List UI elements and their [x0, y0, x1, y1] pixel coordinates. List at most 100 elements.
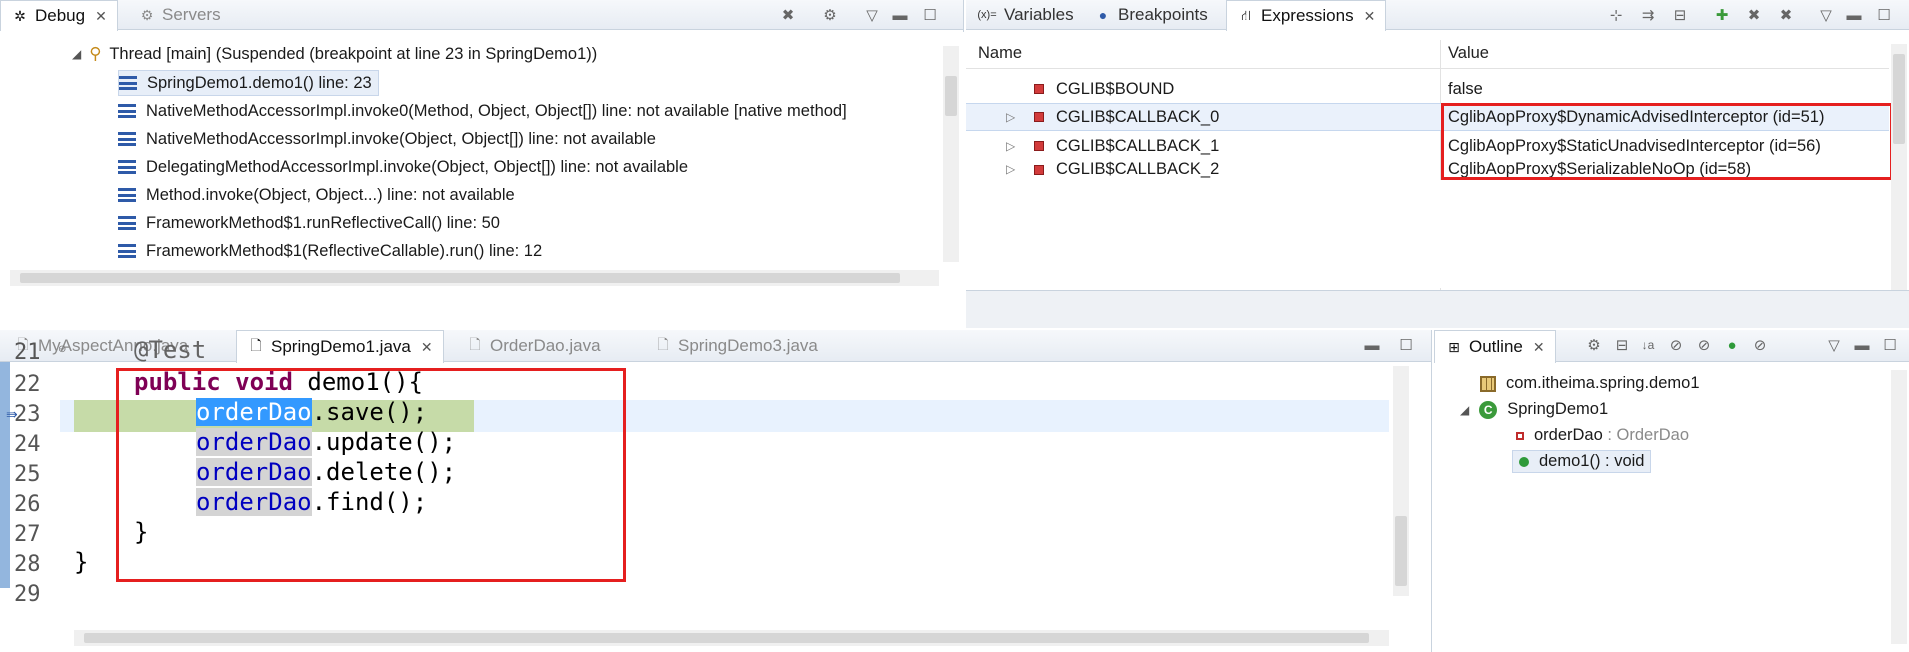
- stack-frame-icon: [118, 104, 136, 118]
- remove-expression-icon[interactable]: ✖: [1744, 6, 1764, 24]
- editor-horizontal-scrollbar[interactable]: [74, 630, 1389, 646]
- collapse-arrow-icon[interactable]: ◢: [72, 47, 81, 61]
- expression-name: CGLIB$CALLBACK_0: [1056, 107, 1220, 126]
- minimize-icon[interactable]: ▬: [1362, 336, 1382, 354]
- tab-orderdao[interactable]: 🗋 OrderDao.java: [456, 330, 611, 362]
- stack-frame-icon: [118, 216, 136, 230]
- maximize-icon[interactable]: ☐: [920, 6, 940, 24]
- fold-icon[interactable]: ⊖: [58, 344, 66, 355]
- minimize-icon[interactable]: ▬: [890, 6, 910, 24]
- class-icon: C: [1479, 400, 1498, 419]
- scroll-thumb[interactable]: [20, 273, 900, 283]
- show-logical-structure-icon[interactable]: ⇉: [1638, 6, 1658, 24]
- maximize-icon[interactable]: ☐: [1396, 336, 1416, 354]
- hide-fields-icon[interactable]: ⊘: [1666, 336, 1686, 354]
- tab-label: OrderDao.java: [490, 336, 601, 355]
- close-icon[interactable]: ✕: [95, 8, 107, 25]
- tab-springdemo1[interactable]: 🗋 SpringDemo1.java ✕: [236, 330, 444, 363]
- minimize-icon[interactable]: ▬: [1852, 336, 1872, 354]
- quick-diff-ruler[interactable]: [0, 362, 10, 588]
- tab-servers-label: Servers: [162, 5, 221, 24]
- method-label: demo1() : void: [1539, 452, 1645, 470]
- close-icon[interactable]: ✕: [1364, 8, 1376, 25]
- expand-arrow-icon[interactable]: ▷: [1006, 162, 1015, 176]
- field-type: : OrderDao: [1602, 426, 1689, 444]
- add-expression-icon[interactable]: ✚: [1712, 6, 1732, 24]
- stack-frame-label: NativeMethodAccessorImpl.invoke(Object, …: [146, 129, 656, 148]
- editor-vertical-scrollbar[interactable]: [1393, 366, 1409, 596]
- stack-frame-6[interactable]: FrameworkMethod$1(ReflectiveCallable).ru…: [118, 238, 542, 264]
- stack-frame-4[interactable]: Method.invoke(Object, Object...) line: n…: [118, 182, 515, 208]
- package-label: com.itheima.spring.demo1: [1506, 374, 1700, 392]
- scroll-thumb[interactable]: [84, 633, 1369, 643]
- close-icon[interactable]: ✕: [421, 339, 433, 356]
- variables-icon: (x)=: [977, 9, 997, 21]
- stack-frame-5[interactable]: FrameworkMethod$1.runReflectiveCall() li…: [118, 210, 500, 236]
- stack-frame-label: NativeMethodAccessorImpl.invoke0(Method,…: [146, 101, 847, 120]
- expressions-empty-area: [966, 180, 1909, 288]
- collapse-all-icon[interactable]: ⊟: [1670, 6, 1690, 24]
- outline-method[interactable]: demo1() : void: [1512, 450, 1652, 473]
- expression-row[interactable]: CGLIB$BOUND false: [966, 75, 1889, 103]
- maximize-icon[interactable]: ☐: [1874, 6, 1894, 24]
- debug-horizontal-scrollbar[interactable]: [10, 270, 939, 286]
- hide-static-icon[interactable]: ⊘: [1694, 336, 1714, 354]
- tab-debug-label: Debug: [35, 6, 86, 25]
- view-menu-icon[interactable]: ▽: [1824, 336, 1844, 354]
- stack-frame-1[interactable]: NativeMethodAccessorImpl.invoke0(Method,…: [118, 98, 847, 124]
- launch-config-icon[interactable]: ⚙: [820, 6, 840, 24]
- column-header-value[interactable]: Value: [1448, 44, 1489, 63]
- stack-frame-2[interactable]: NativeMethodAccessorImpl.invoke(Object, …: [118, 126, 656, 152]
- tab-expressions[interactable]: ⛙ Expressions ✕: [1226, 0, 1387, 31]
- stack-frame-0[interactable]: SpringDemo1.demo1() line: 23: [118, 70, 379, 96]
- editor-tabbar: 🗋 MyAspectAnno.java 🗋 SpringDemo1.java ✕…: [0, 330, 1431, 363]
- expressions-vertical-scrollbar[interactable]: [1891, 44, 1907, 290]
- field-private-icon: [1034, 112, 1044, 122]
- collapse-arrow-icon[interactable]: ◢: [1460, 403, 1469, 417]
- outline-view: ⊞ Outline ✕ ⚙ ⊟ ↓a ⊘ ⊘ ● ⊘ ▽ ▬ ☐ com.ith…: [1434, 330, 1909, 652]
- hide-local-types-icon[interactable]: ⊘: [1750, 336, 1770, 354]
- expression-name: CGLIB$CALLBACK_1: [1056, 136, 1220, 155]
- tab-debug[interactable]: ✲ Debug ✕: [0, 0, 118, 31]
- view-menu-icon[interactable]: ▽: [862, 6, 882, 24]
- hide-non-public-icon[interactable]: ●: [1722, 336, 1742, 354]
- remove-all-expressions-icon[interactable]: ✖: [1776, 6, 1796, 24]
- debug-vertical-scrollbar[interactable]: [943, 46, 959, 262]
- close-icon[interactable]: ✕: [1533, 339, 1545, 356]
- remove-terminated-icon[interactable]: ✖: [778, 6, 798, 24]
- sort-icon[interactable]: ↓a: [1638, 336, 1658, 354]
- code-line-28[interactable]: }: [74, 548, 88, 576]
- expand-arrow-icon[interactable]: ▷: [1006, 110, 1015, 124]
- java-file-icon: 🗋: [250, 337, 262, 353]
- debug-tabbar: ✲ Debug ✕ ⚙ Servers ✖ ⚙ ▽ ▬ ☐: [0, 0, 963, 31]
- focus-icon[interactable]: ⚙: [1584, 336, 1604, 354]
- code-line-21[interactable]: @Test: [134, 336, 206, 364]
- collapse-all-icon[interactable]: ⊟: [1612, 336, 1632, 354]
- minimize-icon[interactable]: ▬: [1844, 6, 1864, 24]
- scroll-thumb[interactable]: [1893, 54, 1905, 144]
- outline-field[interactable]: orderDao : OrderDao: [1516, 426, 1689, 445]
- tab-servers[interactable]: ⚙ Servers: [128, 0, 231, 30]
- maximize-icon[interactable]: ☐: [1880, 336, 1900, 354]
- tab-variables[interactable]: (x)= Variables: [966, 0, 1084, 30]
- view-menu-icon[interactable]: ▽: [1816, 6, 1836, 24]
- tab-springdemo3[interactable]: 🗋 SpringDemo3.java: [644, 330, 828, 362]
- stack-frame-label: FrameworkMethod$1.runReflectiveCall() li…: [146, 213, 500, 232]
- outline-vertical-scrollbar[interactable]: [1891, 370, 1907, 644]
- scroll-thumb[interactable]: [1395, 516, 1407, 586]
- show-type-names-icon[interactable]: ⊹: [1606, 6, 1626, 24]
- tab-breakpoints[interactable]: ● Breakpoints: [1084, 0, 1218, 30]
- tab-outline[interactable]: ⊞ Outline ✕: [1434, 330, 1556, 363]
- stack-frame-3[interactable]: DelegatingMethodAccessorImpl.invoke(Obje…: [118, 154, 688, 180]
- outline-package[interactable]: com.itheima.spring.demo1: [1480, 374, 1700, 393]
- breakpoints-icon: ●: [1098, 7, 1108, 23]
- highlight-box: [116, 368, 626, 582]
- scroll-thumb[interactable]: [945, 76, 957, 116]
- expression-value: false: [1448, 79, 1483, 98]
- outline-class[interactable]: ◢ C SpringDemo1: [1460, 400, 1608, 419]
- expand-arrow-icon[interactable]: ▷: [1006, 139, 1015, 153]
- column-header-name[interactable]: Name: [978, 44, 1022, 63]
- expressions-view: (x)= Variables ● Breakpoints ⛙ Expressio…: [966, 0, 1909, 328]
- thread-node[interactable]: ◢ ⚲ Thread [main] (Suspended (breakpoint…: [72, 44, 597, 64]
- field-label: orderDao: [1534, 426, 1603, 444]
